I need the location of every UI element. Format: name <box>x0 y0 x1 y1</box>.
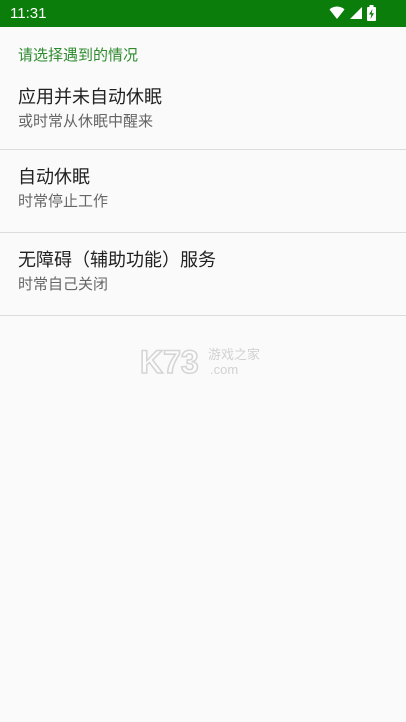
list-item-title: 无障碍（辅助功能）服务 <box>18 250 216 271</box>
signal-icon <box>349 6 363 20</box>
list-item-summary: 或时常从休眠中醒来 <box>18 112 154 130</box>
list-item-title: 应用并未自动休眠 <box>18 87 162 108</box>
watermark-logo-text: K73 <box>140 344 199 378</box>
option-list: 应用并未自动休眠 或时常从休眠中醒来 自动休眠 时常停止工作 无障碍（辅助功能）… <box>0 70 406 316</box>
list-item-accessibility-service[interactable]: 无障碍（辅助功能）服务 时常自己关闭 <box>0 233 406 316</box>
section-header: 请选择遇到的情况 <box>18 46 139 64</box>
watermark-line2: .com <box>210 362 238 377</box>
list-item-summary: 时常停止工作 <box>18 192 109 210</box>
list-item-summary: 时常自己关闭 <box>18 275 109 293</box>
status-icons <box>329 5 376 21</box>
battery-charging-icon <box>367 5 376 21</box>
list-item-title: 自动休眠 <box>18 167 90 188</box>
status-time: 11:31 <box>10 5 47 22</box>
list-item-auto-sleep[interactable]: 自动休眠 时常停止工作 <box>0 150 406 233</box>
status-bar: 11:31 <box>0 0 406 27</box>
watermark-line1: 游戏之家 <box>208 347 260 363</box>
screen: 11:31 请选择遇到的情况 应用并未自动休眠 或时常从休眠中醒来 自动休眠 时… <box>0 0 406 722</box>
list-item-app-not-sleeping[interactable]: 应用并未自动休眠 或时常从休眠中醒来 <box>0 70 406 150</box>
wifi-icon <box>329 6 345 20</box>
watermark-logo: K73 游戏之家 .com <box>139 343 270 381</box>
